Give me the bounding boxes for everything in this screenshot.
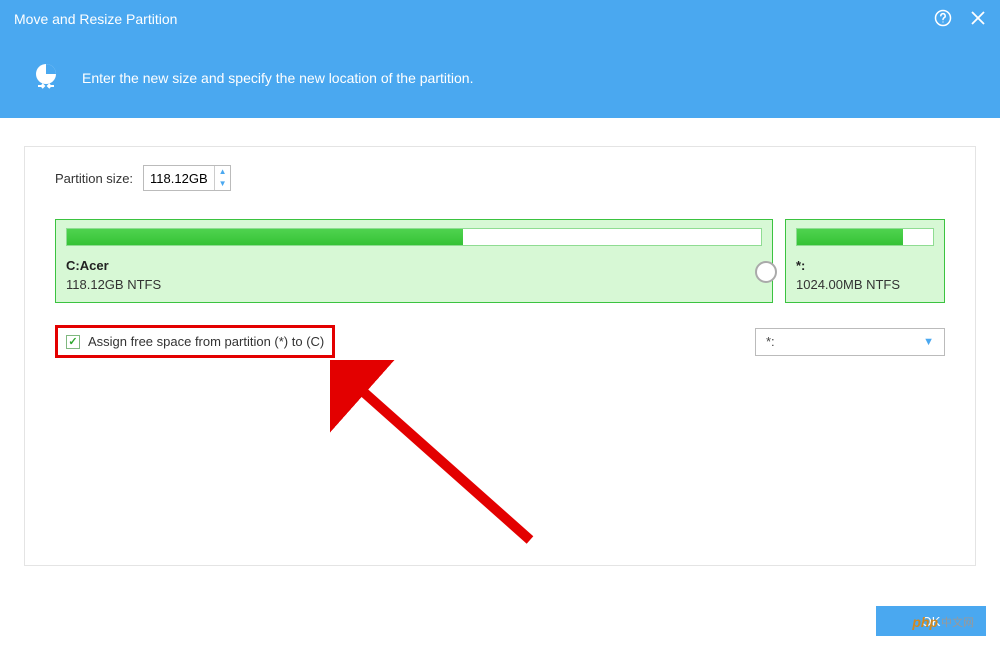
partition-side-box[interactable]: *: 1024.00MB NTFS: [785, 219, 945, 303]
window-title: Move and Resize Partition: [14, 11, 934, 27]
ok-button-label: OK: [922, 614, 941, 629]
assign-checkbox[interactable]: ✓: [66, 335, 80, 349]
header: Enter the new size and specify the new l…: [0, 38, 1000, 118]
partition-size-label: Partition size:: [55, 171, 133, 186]
assign-label: Assign free space from partition (*) to …: [88, 334, 324, 349]
size-spinner: ▲ ▼: [214, 166, 230, 190]
partition-main-fill: [67, 229, 463, 245]
partition-side-detail: 1024.00MB NTFS: [796, 277, 934, 292]
chevron-down-icon: ▼: [923, 336, 934, 348]
content-area: Partition size: ▲ ▼ C:Acer 118.12GB NTFS: [0, 118, 1000, 590]
main-panel: Partition size: ▲ ▼ C:Acer 118.12GB NTFS: [24, 146, 976, 566]
help-icon[interactable]: [934, 9, 952, 30]
partition-main-box[interactable]: C:Acer 118.12GB NTFS: [55, 219, 773, 303]
spinner-up-icon[interactable]: ▲: [215, 166, 230, 178]
spinner-down-icon[interactable]: ▼: [215, 178, 230, 190]
titlebar-controls: [934, 9, 986, 30]
header-text: Enter the new size and specify the new l…: [82, 70, 473, 86]
assign-row: ✓ Assign free space from partition (*) t…: [55, 325, 945, 358]
target-partition-dropdown[interactable]: *: ▼: [755, 328, 945, 356]
resize-handle[interactable]: [755, 261, 777, 283]
partition-main-detail: 118.12GB NTFS: [66, 277, 762, 292]
close-icon[interactable]: [970, 10, 986, 29]
partition-size-input-wrapper: ▲ ▼: [143, 165, 231, 191]
dropdown-selected: *:: [766, 334, 775, 349]
partition-side-name: *:: [796, 258, 934, 273]
ok-button[interactable]: OK: [876, 606, 986, 636]
partition-size-row: Partition size: ▲ ▼: [55, 165, 945, 191]
partition-visualizer: C:Acer 118.12GB NTFS *: 1024.00MB NTFS: [55, 219, 945, 303]
partition-side-bar: [796, 228, 934, 246]
titlebar: Move and Resize Partition: [0, 0, 1000, 38]
partition-side-fill: [797, 229, 903, 245]
partition-main-bar: [66, 228, 762, 246]
partition-size-input[interactable]: [144, 171, 214, 186]
partition-icon: [28, 60, 64, 96]
assign-checkbox-group: ✓ Assign free space from partition (*) t…: [55, 325, 335, 358]
partition-main-name: C:Acer: [66, 258, 762, 273]
